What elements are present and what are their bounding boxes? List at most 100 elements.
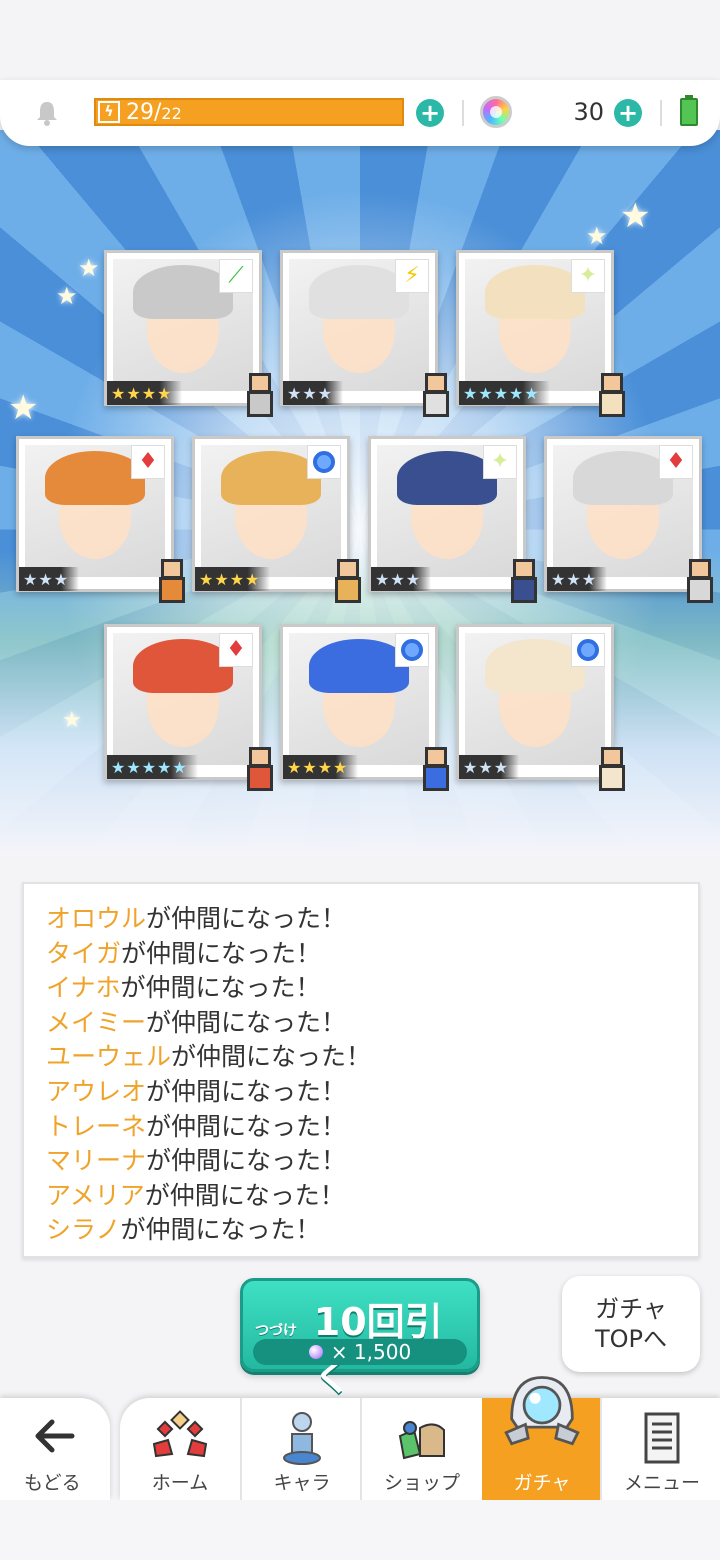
battery-icon: [680, 95, 698, 126]
character-name: オロウル: [46, 904, 147, 933]
sparkle-icon: ★: [8, 388, 39, 428]
log-suffix: が仲間になった！: [146, 1076, 347, 1106]
divider: [462, 100, 464, 126]
nav-label-shop: ショップ: [383, 1472, 460, 1494]
sparkle-icon: ★: [620, 196, 651, 236]
rarity-stars: ★★★: [371, 567, 432, 591]
gacha-top-label-1: ガチャ: [595, 1295, 667, 1323]
result-log[interactable]: オロウルが仲間になった！ タイガが仲間になった！ イナホが仲間になった！ メイミーが仲…: [22, 882, 700, 1258]
character-sprite: [679, 555, 720, 609]
gacha-top-button[interactable]: ガチャ TOPへ: [562, 1276, 700, 1372]
character-sprite: [591, 369, 633, 423]
log-suffix: が仲間になった！: [120, 973, 321, 1003]
character-card[interactable]: ⚡ ★★★: [280, 250, 449, 417]
lightning-icon: ⚡: [395, 259, 429, 293]
log-suffix: が仲間になった！: [146, 904, 347, 933]
rarity-stars: ★★★: [547, 567, 608, 591]
character-card[interactable]: ★★★★: [192, 436, 361, 603]
character-card[interactable]: ★★★: [456, 624, 625, 791]
log-suffix: が仲間になった！: [146, 1007, 347, 1037]
sparkle-icon: ★: [586, 222, 608, 250]
rarity-stars: ★★★: [19, 567, 80, 591]
character-card[interactable]: ✦ ★★★★★: [456, 250, 625, 417]
character-name: ユーウェル: [46, 1042, 172, 1072]
nav-item-chara[interactable]: キャラ: [242, 1398, 362, 1500]
back-button[interactable]: もどる: [0, 1398, 110, 1500]
character-sprite: [151, 555, 193, 609]
add-stamina-button[interactable]: +: [416, 99, 444, 127]
diamond-icon: ♦: [219, 633, 253, 667]
character-name: タイガ: [46, 938, 122, 968]
character-card[interactable]: ★★★★: [280, 624, 449, 791]
diamond-icon: ♦: [131, 445, 165, 479]
water-icon: [571, 633, 605, 667]
stamina-icon: ϟ: [98, 101, 120, 123]
home-icon: [152, 1410, 208, 1458]
log-suffix: が仲間になった！: [146, 1146, 347, 1176]
nav-item-shop[interactable]: ショップ: [362, 1398, 482, 1500]
log-line: アウレオが仲間になった！: [46, 1075, 698, 1110]
shop-icon: [398, 1421, 445, 1460]
bell-icon[interactable]: [32, 98, 62, 128]
character-card[interactable]: ♦ ★★★: [544, 436, 713, 603]
rarity-stars: ★★★: [459, 755, 520, 779]
sparkle-icon: ★: [78, 254, 100, 282]
draw-10-button[interactable]: つづけて 10回引く × 1,500: [240, 1278, 480, 1399]
nav-label-menu: メニュー: [623, 1472, 700, 1494]
rarity-stars: ★★★★: [283, 755, 359, 779]
character-sprite: [591, 743, 633, 797]
sparkle-icon: ★: [56, 282, 78, 310]
log-suffix: が仲間になった！: [144, 1180, 345, 1210]
bottom-nav: もどる ホーム キャラ ショップ ガチャ メニュー: [0, 1376, 720, 1500]
arrow-left-icon: [35, 1419, 75, 1453]
rarity-stars: ★★★: [283, 381, 344, 405]
log-line: ユーウェルが仲間になった！: [46, 1040, 698, 1075]
nav-label-chara: キャラ: [273, 1472, 331, 1494]
orb-icon: [480, 96, 512, 128]
orb-icon: [308, 1345, 323, 1359]
character-name: アメリア: [46, 1180, 145, 1210]
rarity-stars: ★★★★: [107, 381, 183, 405]
gacha-top-label-2: TOPへ: [594, 1325, 668, 1353]
water-icon: [395, 633, 429, 667]
status-bar: ϟ 29/22 + +: [0, 80, 720, 146]
log-line: タイガが仲間になった！: [46, 937, 698, 972]
character-sprite: [239, 743, 281, 797]
gacha-icon: [504, 1376, 580, 1446]
character-name: トレーネ: [46, 1111, 147, 1141]
water-icon: [307, 445, 341, 479]
character-sprite: [415, 369, 457, 423]
log-line: シラノが仲間になった！: [46, 1213, 698, 1248]
log-line: オロウルが仲間になった！: [46, 902, 698, 937]
character-sprite: [239, 369, 281, 423]
gacha-result-stage: ★ ★ ★ ★ ★ ★ ⟋ ★★★★ ⚡ ★★★ ✦ ★★★★★ ♦ ★★★ ★…: [0, 130, 720, 856]
character-sprite: [415, 743, 457, 797]
character-name: メイミー: [46, 1007, 147, 1037]
leaf-icon: ⟋: [219, 259, 253, 293]
draw-cost-value: × 1,500: [330, 1340, 412, 1364]
system-nav-area: [0, 1500, 720, 1560]
nav-item-menu[interactable]: メニュー: [602, 1398, 720, 1500]
add-orb-button[interactable]: +: [614, 99, 642, 127]
nav-item-gacha[interactable]: ガチャ: [482, 1376, 602, 1500]
log-line: トレーネが仲間になった！: [46, 1110, 698, 1145]
character-card[interactable]: ✦ ★★★: [368, 436, 537, 603]
sparkle-icon: ✦: [483, 445, 517, 479]
log-line: メイミーが仲間になった！: [46, 1006, 698, 1041]
rarity-stars: ★★★★★: [107, 755, 198, 779]
nav-item-home[interactable]: ホーム: [120, 1398, 240, 1500]
back-label: もどる: [24, 1472, 81, 1494]
stamina-bar: ϟ 29/22: [94, 98, 404, 126]
orb-count: 30: [573, 98, 604, 126]
character-name: マリーナ: [46, 1146, 147, 1176]
log-line: マリーナが仲間になった！: [46, 1144, 698, 1179]
character-card[interactable]: ⟋ ★★★★: [104, 250, 273, 417]
menu-icon: [644, 1412, 680, 1464]
character-card[interactable]: ♦ ★★★★★: [104, 624, 273, 791]
log-line: アメリアが仲間になった！: [46, 1179, 698, 1214]
rarity-stars: ★★★★: [195, 567, 271, 591]
log-suffix: が仲間になった！: [121, 938, 322, 968]
character-name: アウレオ: [46, 1076, 147, 1106]
character-card[interactable]: ♦ ★★★: [16, 436, 185, 603]
diamond-icon: ♦: [659, 445, 693, 479]
